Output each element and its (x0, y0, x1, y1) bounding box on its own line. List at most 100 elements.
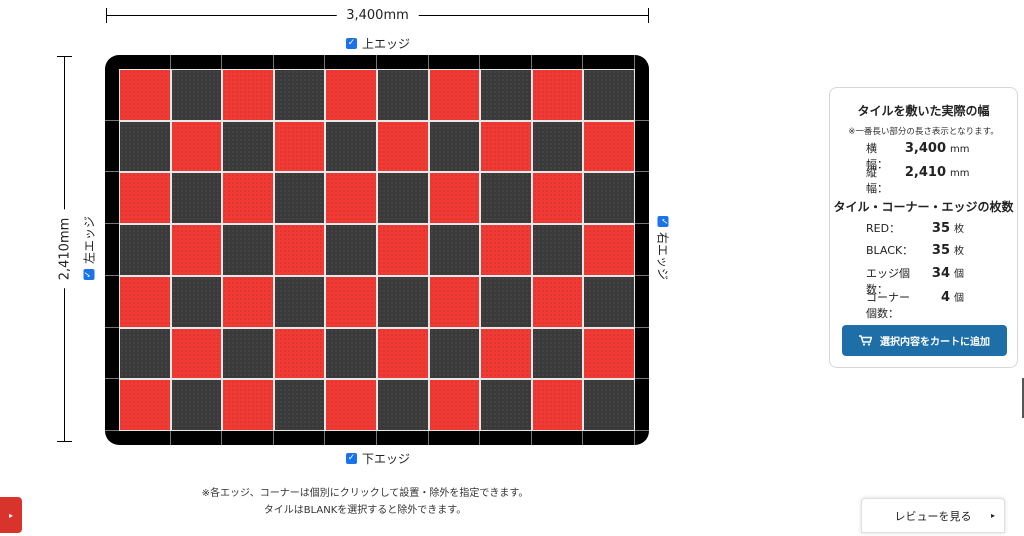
edge-piece[interactable] (105, 379, 119, 432)
tile[interactable] (376, 172, 429, 225)
tile[interactable] (376, 69, 429, 121)
tile[interactable] (222, 275, 274, 328)
edge-piece[interactable] (171, 55, 223, 69)
edge-piece[interactable] (635, 328, 649, 380)
tile[interactable] (428, 69, 481, 121)
side-expand-tab[interactable]: ▸ (0, 497, 22, 533)
tile[interactable] (376, 275, 429, 328)
tile[interactable] (531, 69, 584, 121)
edge-piece[interactable] (119, 55, 171, 69)
tile[interactable] (376, 327, 429, 380)
tile[interactable] (325, 327, 377, 380)
edge-piece[interactable] (635, 379, 649, 432)
tile[interactable] (170, 224, 223, 276)
tile[interactable] (119, 224, 171, 276)
tile[interactable] (376, 120, 429, 173)
tile[interactable] (428, 379, 481, 431)
tile[interactable] (376, 379, 429, 431)
tile[interactable] (170, 379, 223, 431)
edge-piece[interactable] (171, 431, 223, 445)
bottom-edge-toggle[interactable]: ✓ 下エッジ (346, 450, 410, 467)
edge-piece[interactable] (274, 431, 326, 445)
edge-piece[interactable] (325, 431, 377, 445)
tile[interactable] (325, 379, 377, 431)
tile[interactable] (273, 275, 326, 328)
tile[interactable] (119, 275, 171, 328)
tile[interactable] (531, 172, 584, 225)
tile[interactable] (531, 379, 584, 431)
tile[interactable] (222, 69, 274, 121)
tile[interactable] (480, 224, 532, 276)
tile[interactable] (325, 69, 377, 121)
tile[interactable] (119, 120, 171, 173)
tile[interactable] (325, 172, 377, 225)
tile[interactable] (119, 172, 171, 225)
edge-piece[interactable] (635, 69, 649, 121)
tile[interactable] (531, 327, 584, 380)
edge-piece[interactable] (583, 55, 635, 69)
tile[interactable] (222, 327, 274, 380)
tile[interactable] (583, 172, 635, 225)
tile[interactable] (583, 120, 635, 173)
tile[interactable] (222, 379, 274, 431)
tile[interactable] (480, 275, 532, 328)
tile[interactable] (170, 69, 223, 121)
tile[interactable] (480, 379, 532, 431)
tile[interactable] (325, 275, 377, 328)
tile[interactable] (170, 327, 223, 380)
edge-piece[interactable] (583, 431, 635, 445)
edge-piece[interactable] (222, 431, 274, 445)
bottom-edge-checkbox[interactable]: ✓ (346, 453, 357, 464)
tile[interactable] (480, 69, 532, 121)
view-reviews-button[interactable]: レビューを見る ▸ (861, 498, 1005, 533)
tile[interactable] (531, 224, 584, 276)
tile[interactable] (119, 69, 171, 121)
edge-piece[interactable] (532, 55, 584, 69)
edge-piece[interactable] (635, 224, 649, 276)
tile[interactable] (480, 120, 532, 173)
tile[interactable] (583, 275, 635, 328)
tile[interactable] (273, 120, 326, 173)
tile[interactable] (273, 172, 326, 225)
left-edge-toggle[interactable]: ✓ 左エッジ (81, 216, 98, 281)
edge-piece[interactable] (105, 172, 119, 225)
tile[interactable] (170, 120, 223, 173)
tile[interactable] (531, 120, 584, 173)
tile[interactable] (480, 172, 532, 225)
right-edge-checkbox[interactable]: ✓ (657, 215, 669, 227)
edge-piece[interactable] (105, 69, 119, 121)
tile[interactable] (376, 224, 429, 276)
edge-piece[interactable] (480, 55, 532, 69)
tile[interactable] (480, 327, 532, 380)
tile[interactable] (273, 69, 326, 121)
tile[interactable] (325, 224, 377, 276)
edge-piece[interactable] (532, 431, 584, 445)
edge-piece[interactable] (377, 431, 429, 445)
tile[interactable] (222, 120, 274, 173)
tile[interactable] (273, 379, 326, 431)
edge-piece[interactable] (105, 224, 119, 276)
edge-piece[interactable] (105, 276, 119, 328)
tile[interactable] (428, 224, 481, 276)
edge-piece[interactable] (274, 55, 326, 69)
tile[interactable] (428, 120, 481, 173)
tile[interactable] (428, 275, 481, 328)
tile[interactable] (583, 327, 635, 380)
tile[interactable] (583, 224, 635, 276)
edge-piece[interactable] (635, 121, 649, 173)
top-edge-toggle[interactable]: ✓ 上エッジ (346, 35, 410, 52)
left-edge-checkbox[interactable]: ✓ (83, 269, 95, 281)
edge-piece[interactable] (635, 276, 649, 328)
tile[interactable] (222, 224, 274, 276)
tile[interactable] (170, 172, 223, 225)
right-edge-toggle[interactable]: ✓ 右エッジ (655, 215, 672, 280)
tile[interactable] (119, 327, 171, 380)
tile[interactable] (428, 327, 481, 380)
tile[interactable] (170, 275, 223, 328)
tile[interactable] (583, 69, 635, 121)
edge-piece[interactable] (429, 431, 481, 445)
edge-piece[interactable] (325, 55, 377, 69)
edge-piece[interactable] (119, 431, 171, 445)
tile[interactable] (273, 224, 326, 276)
edge-piece[interactable] (105, 121, 119, 173)
